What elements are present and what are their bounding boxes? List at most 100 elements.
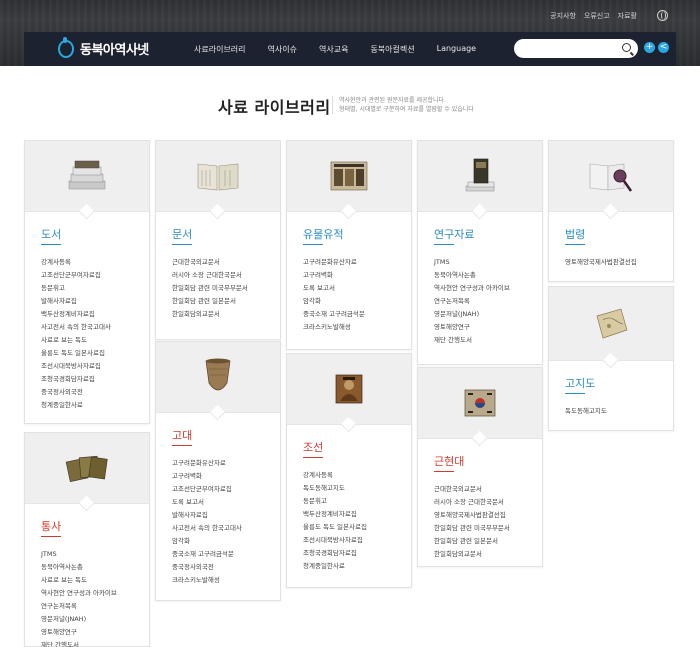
card-thumb (418, 368, 542, 439)
list-item[interactable]: 동문휘고 (41, 282, 149, 295)
notice-link[interactable]: 공지사항 (550, 11, 576, 21)
search-icon[interactable] (622, 43, 631, 52)
cards-icon (65, 455, 108, 483)
list-item[interactable]: 근대한국외교문서 (434, 483, 542, 496)
list-item[interactable]: 한일회담외교문서 (434, 548, 542, 561)
list-item[interactable]: 영문저널(JNAH) (41, 613, 149, 626)
list-item[interactable]: 한일회담 관련 일본문서 (434, 535, 542, 548)
list-item[interactable]: 사료로 보는 독도 (41, 574, 149, 587)
list-item[interactable]: 암각화 (303, 295, 411, 308)
list-item[interactable]: 연구논저목록 (41, 600, 149, 613)
card-ancient[interactable]: 고대 고구려문화유산자료 고구려벽화 고조선단군부여자료집 도록 보고서 발해사… (155, 341, 281, 601)
list-item[interactable]: 조청국경회담자료집 (41, 373, 149, 386)
list-item[interactable]: 고조선단군부여자료집 (172, 483, 280, 496)
card-law[interactable]: 법령 영토해양국제사법판결선집 (548, 140, 674, 282)
materials-link[interactable]: 자료활 (618, 11, 637, 21)
card-title: 연구자료 (434, 226, 542, 245)
card-books[interactable]: 도서 강계사등록 고조선단군부여자료집 동문휘고 발해사자료집 백두산정계비자료… (24, 140, 150, 424)
list-item[interactable]: 중국정사외국전 (172, 561, 280, 574)
site-logo[interactable]: 동북아역사넷 (58, 36, 149, 58)
menu-item-library[interactable]: 사료라이브러리 (194, 44, 246, 55)
list-item[interactable]: 사료로 보는 독도 (41, 334, 149, 347)
list-item[interactable]: 동북아역사논총 (41, 561, 149, 574)
list-item[interactable]: 고구려문화유산자료 (172, 457, 280, 470)
list-item[interactable]: 도록 보고서 (303, 282, 411, 295)
list-item[interactable]: JTMS (41, 548, 149, 561)
card-research[interactable]: 연구자료 JTMS 동북아역사논총 역사현안 연구성과 아카이브 연구논저목록 … (417, 140, 543, 365)
list-item[interactable]: 조선시대북방사자료집 (303, 534, 411, 547)
list-item[interactable]: 발해사자료집 (172, 509, 280, 522)
card-list: 고구려문화유산자료 고구려벽화 고조선단군부여자료집 도록 보고서 발해사자료집… (172, 457, 280, 587)
list-item[interactable]: 청계중일한사료 (303, 560, 411, 573)
card-modern[interactable]: 근현대 근대한국외교문서 러시아 소장 근대한국문서 영토해양국제사법판결선집 … (417, 367, 543, 567)
card-list: 강계사등록 고조선단군부여자료집 동문휘고 발해사자료집 백두산정계비자료집 사… (41, 256, 149, 412)
list-item[interactable]: 영토해양국제사법판결선집 (434, 509, 542, 522)
page-description: 역사현안과 관련된 원문자료를 제공합니다. 형태별, 시대별로 구분하여 자료… (332, 96, 474, 114)
list-item[interactable]: 재단 간행도서 (434, 334, 542, 347)
list-item[interactable]: 동문휘고 (303, 495, 411, 508)
list-item[interactable]: 사고전서 속의 한국고대사 (41, 321, 149, 334)
portrait-icon (335, 374, 363, 404)
list-item[interactable]: 영토해양연구 (434, 321, 542, 334)
list-item[interactable]: 울릉도 독도 일본사료집 (41, 347, 149, 360)
list-item[interactable]: 근대한국외교문서 (172, 256, 280, 269)
card-old-maps[interactable]: 고지도 독도동해고지도 (548, 286, 674, 431)
card-general-history[interactable]: 통사 JTMS 동북아역사논총 사료로 보는 독도 역사현안 연구성과 아카이브… (24, 432, 150, 647)
list-item[interactable]: 고구려벽화 (172, 470, 280, 483)
list-item[interactable]: 재단 간행도서 (41, 639, 149, 647)
list-item[interactable]: 조선시대북방사자료집 (41, 360, 149, 373)
list-item[interactable]: 암각화 (172, 535, 280, 548)
error-report-link[interactable]: 오류신고 (584, 11, 610, 21)
card-joseon[interactable]: 조선 강계사등록 독도동해고지도 동문휘고 백두산정계비자료집 울릉도 독도 일… (286, 353, 412, 588)
menu-item-language[interactable]: Language (437, 44, 476, 55)
list-item[interactable]: 한일회담외교문서 (172, 308, 280, 321)
list-item[interactable]: 도록 보고서 (172, 496, 280, 509)
search-input[interactable] (514, 39, 638, 58)
list-item[interactable]: 한일회담 관련 미국무부문서 (434, 522, 542, 535)
menu-item-collection[interactable]: 동북아컬렉션 (370, 44, 414, 55)
card-documents[interactable]: 문서 근대한국외교문서 러시아 소장 근대한국문서 한일회담 관련 미국무부문서… (155, 140, 281, 340)
menu-item-issues[interactable]: 역사이슈 (268, 44, 297, 55)
list-item[interactable]: 발해사자료집 (41, 295, 149, 308)
list-item[interactable]: 청계중일한사료 (41, 399, 149, 412)
card-relics[interactable]: 유물유적 고구려문화유산자료 고구려벽화 도록 보고서 암각화 중국소재 고구려… (286, 140, 412, 350)
list-item[interactable]: 백두산정계비자료집 (303, 508, 411, 521)
list-item[interactable]: 한일회담 관련 미국무부문서 (172, 282, 280, 295)
list-item[interactable]: 고구려벽화 (303, 269, 411, 282)
list-item[interactable]: 중국소재 고구려금석문 (303, 308, 411, 321)
list-item[interactable]: 강계사등록 (41, 256, 149, 269)
list-item[interactable]: 러시아 소장 근대한국문서 (434, 496, 542, 509)
list-item[interactable]: 동북아역사논총 (434, 269, 542, 282)
list-item[interactable]: 크라스키노발해성 (303, 321, 411, 334)
main-menu: 사료라이브러리 역사이슈 역사교육 동북아컬렉션 Language (194, 44, 498, 55)
plus-icon[interactable]: + (644, 42, 655, 53)
list-item[interactable]: 백두산정계비자료집 (41, 308, 149, 321)
menu-item-education[interactable]: 역사교육 (319, 44, 348, 55)
card-thumb (25, 433, 149, 504)
list-item[interactable]: 영문저널(JNAH) (434, 308, 542, 321)
card-title: 유물유적 (303, 226, 411, 245)
list-item[interactable]: 고조선단군부여자료집 (41, 269, 149, 282)
list-item[interactable]: JTMS (434, 256, 542, 269)
card-thumb (549, 141, 673, 212)
list-item[interactable]: 울릉도 독도 일본사료집 (303, 521, 411, 534)
list-item[interactable]: 역사현안 연구성과 아카이브 (434, 282, 542, 295)
list-item[interactable]: 중국소재 고구려금석문 (172, 548, 280, 561)
list-item[interactable]: 연구논저목록 (434, 295, 542, 308)
share-icon[interactable]: < (658, 42, 669, 53)
list-item[interactable]: 역사현안 연구성과 아카이브 (41, 587, 149, 600)
list-item[interactable]: 한일회담 관련 일본문서 (172, 295, 280, 308)
list-item[interactable]: 조청국경회담자료집 (303, 547, 411, 560)
list-item[interactable]: 사고전서 속의 한국고대사 (172, 522, 280, 535)
list-item[interactable]: 러시아 소장 근대한국문서 (172, 269, 280, 282)
list-item[interactable]: 크라스키노발해성 (172, 574, 280, 587)
list-item[interactable]: 영토해양연구 (41, 626, 149, 639)
list-item[interactable]: 영토해양국제사법판결선집 (565, 256, 673, 269)
list-item[interactable]: 강계사등록 (303, 469, 411, 482)
card-thumb (418, 141, 542, 212)
globe-icon[interactable] (657, 10, 668, 21)
list-item[interactable]: 중국정사외국전 (41, 386, 149, 399)
list-item[interactable]: 독도동해고지도 (303, 482, 411, 495)
list-item[interactable]: 독도동해고지도 (565, 405, 673, 418)
list-item[interactable]: 고구려문화유산자료 (303, 256, 411, 269)
